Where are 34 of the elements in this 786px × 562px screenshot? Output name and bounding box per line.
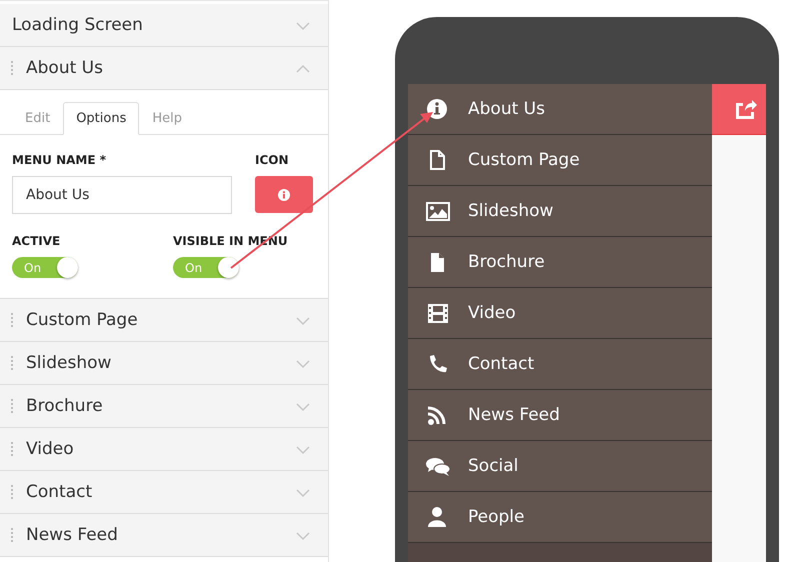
menu-item[interactable]: Social bbox=[408, 441, 712, 492]
accordion-header[interactable]: Slideshow bbox=[0, 342, 328, 385]
chevron-down-icon bbox=[296, 531, 310, 541]
image-icon bbox=[426, 200, 450, 222]
accordion-header[interactable]: Brochure bbox=[0, 385, 328, 428]
tab[interactable]: Options bbox=[63, 102, 140, 135]
share-icon bbox=[733, 98, 757, 120]
accordion-header[interactable]: About Us bbox=[0, 47, 328, 90]
accordion-header[interactable]: Loading Screen bbox=[0, 4, 328, 47]
chevron-down-icon bbox=[296, 402, 310, 412]
chevron-down-icon bbox=[296, 488, 310, 498]
chat-bubbles-icon bbox=[426, 455, 450, 477]
accordion-header[interactable]: Video bbox=[0, 428, 328, 471]
accordion-header[interactable]: News Feed bbox=[0, 514, 328, 557]
film-icon bbox=[426, 302, 450, 324]
menu-item[interactable]: News Feed bbox=[408, 390, 712, 441]
accordion-header[interactable]: Custom Page bbox=[0, 299, 328, 342]
menu-item[interactable]: Video bbox=[408, 288, 712, 339]
field-label: MENU NAME * bbox=[12, 153, 108, 167]
info-icon bbox=[426, 98, 450, 120]
chevron-down-icon bbox=[296, 21, 310, 31]
chevron-down-icon bbox=[296, 359, 310, 369]
info-icon bbox=[278, 188, 290, 200]
chevron-down-icon bbox=[296, 316, 310, 326]
menu-item[interactable]: Slideshow bbox=[408, 186, 712, 237]
share-button[interactable] bbox=[712, 84, 766, 135]
accordion-header[interactable]: Contact bbox=[0, 471, 328, 514]
chevron-up-icon bbox=[296, 64, 310, 74]
chevron-down-icon bbox=[296, 445, 310, 455]
field-label: ACTIVE bbox=[12, 234, 62, 248]
menu-item[interactable]: Brochure bbox=[408, 237, 712, 288]
field-label: ICON bbox=[255, 153, 290, 167]
icon-picker-button[interactable] bbox=[255, 176, 313, 213]
menu-name-field[interactable]: About Us bbox=[12, 176, 232, 214]
